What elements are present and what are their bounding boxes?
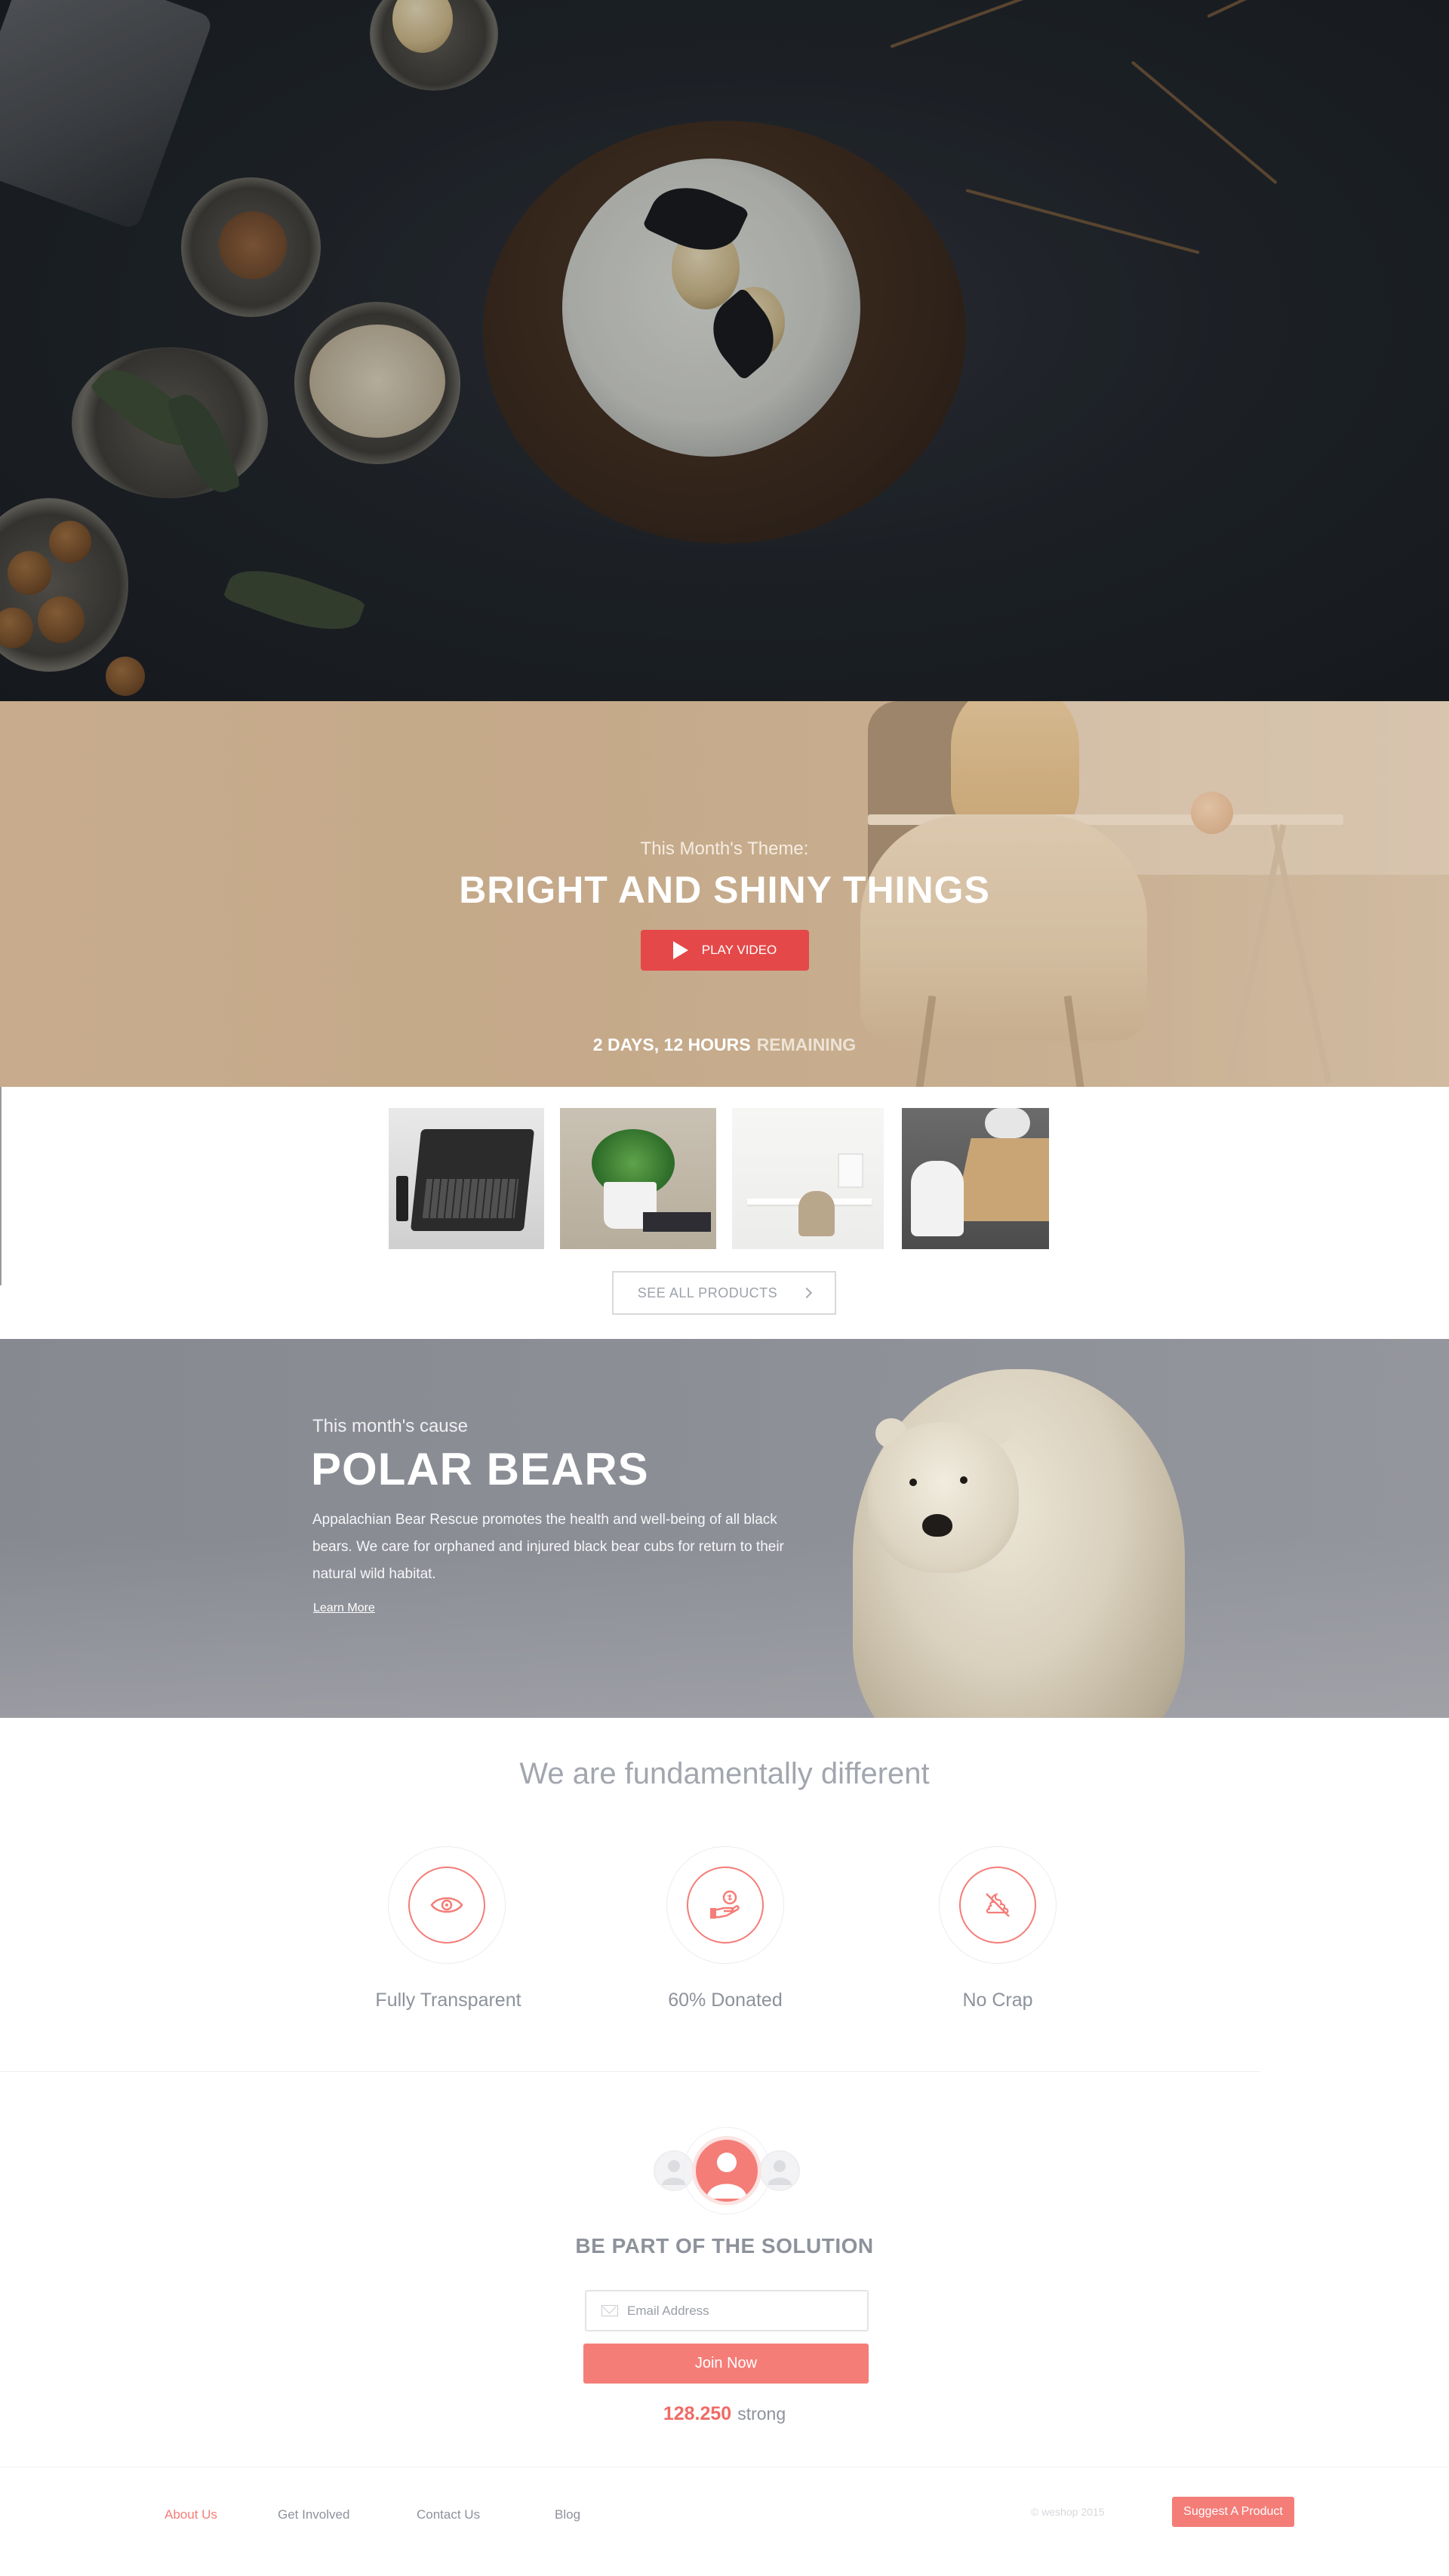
countdown: 2 DAYS, 12 HOURS REMAINING xyxy=(0,1035,1449,1055)
section-title-different: We are fundamentally different xyxy=(519,1757,930,1790)
feature-label-no-crap: No Crap xyxy=(962,1990,1033,2011)
product-thumbnail-plant[interactable] xyxy=(560,1108,716,1249)
member-count: 128.250 strong xyxy=(0,2403,1449,2425)
play-video-button[interactable]: PLAY VIDEO xyxy=(641,930,809,971)
see-all-products-button[interactable]: SEE ALL PRODUCTS xyxy=(612,1271,836,1315)
cause-description: Appalachian Bear Rescue promotes the hea… xyxy=(312,1512,784,1582)
join-now-button[interactable]: Join Now xyxy=(583,2344,869,2384)
feature-label-donated: 60% Donated xyxy=(668,1990,783,2011)
no-crap-icon xyxy=(959,1867,1036,1944)
suggest-product-button[interactable]: Suggest A Product xyxy=(1172,2497,1294,2527)
divider xyxy=(0,2071,1260,2072)
mail-icon xyxy=(601,2305,618,2316)
eye-icon xyxy=(408,1867,485,1944)
play-icon xyxy=(672,941,688,959)
countdown-suffix: REMAINING xyxy=(756,1035,857,1054)
theme-title: BRIGHT AND SHINY THINGS xyxy=(459,869,990,911)
product-thumbnail-dining[interactable] xyxy=(902,1108,1049,1249)
feature-label-transparent: Fully Transparent xyxy=(375,1990,521,2011)
see-all-products-label: SEE ALL PRODUCTS xyxy=(637,1285,778,1300)
product-thumbnail-desk[interactable] xyxy=(732,1108,884,1249)
join-title: BE PART OF THE SOLUTION xyxy=(575,2234,874,2257)
countdown-time: 2 DAYS, 12 HOURS xyxy=(592,1035,751,1054)
play-video-label: PLAY VIDEO xyxy=(701,943,777,957)
theme-subtitle: This Month's Theme: xyxy=(640,839,809,859)
member-count-value: 128.250 xyxy=(663,2403,732,2424)
avatar-main xyxy=(692,2136,761,2205)
copyright: © weshop 2015 xyxy=(1031,2506,1105,2518)
learn-more-link[interactable]: Learn More xyxy=(313,1602,375,1615)
footer-link-contact-us[interactable]: Contact Us xyxy=(417,2507,480,2522)
email-input[interactable] xyxy=(627,2303,854,2319)
member-count-suffix: strong xyxy=(737,2404,786,2424)
cause-title: POLAR BEARS xyxy=(311,1444,649,1494)
footer-link-about-us[interactable]: About Us xyxy=(165,2507,217,2522)
donation-hand-icon xyxy=(687,1867,764,1944)
footer-link-blog[interactable]: Blog xyxy=(555,2507,580,2522)
chevron-right-icon xyxy=(801,1287,813,1299)
product-thumbnail-laptop[interactable] xyxy=(389,1108,544,1249)
footer-link-get-involved[interactable]: Get Involved xyxy=(278,2507,349,2522)
email-field[interactable] xyxy=(585,2290,869,2331)
cause-subtitle: This month's cause xyxy=(312,1416,469,1436)
hero-image xyxy=(0,0,1449,701)
